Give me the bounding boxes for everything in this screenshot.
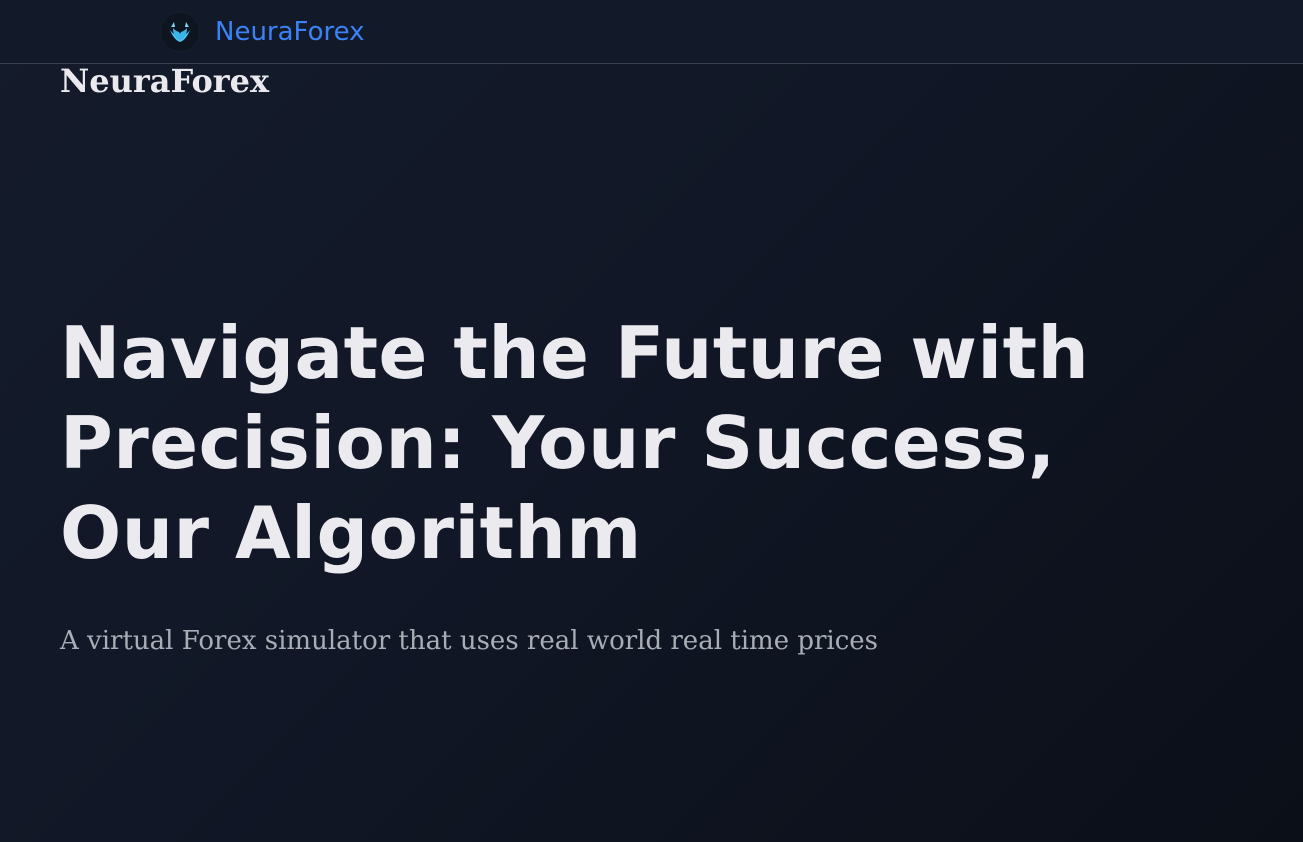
brand-name: NeuraForex xyxy=(215,17,365,47)
site-title: NeuraForex xyxy=(60,62,270,100)
bull-head-icon xyxy=(160,12,200,52)
brand-link[interactable]: NeuraForex xyxy=(160,12,365,52)
hero-subtitle: A virtual Forex simulator that uses real… xyxy=(60,626,879,656)
top-navbar: NeuraForex xyxy=(0,0,1303,64)
hero-title: Navigate the Future with Precision: Your… xyxy=(60,311,1090,575)
